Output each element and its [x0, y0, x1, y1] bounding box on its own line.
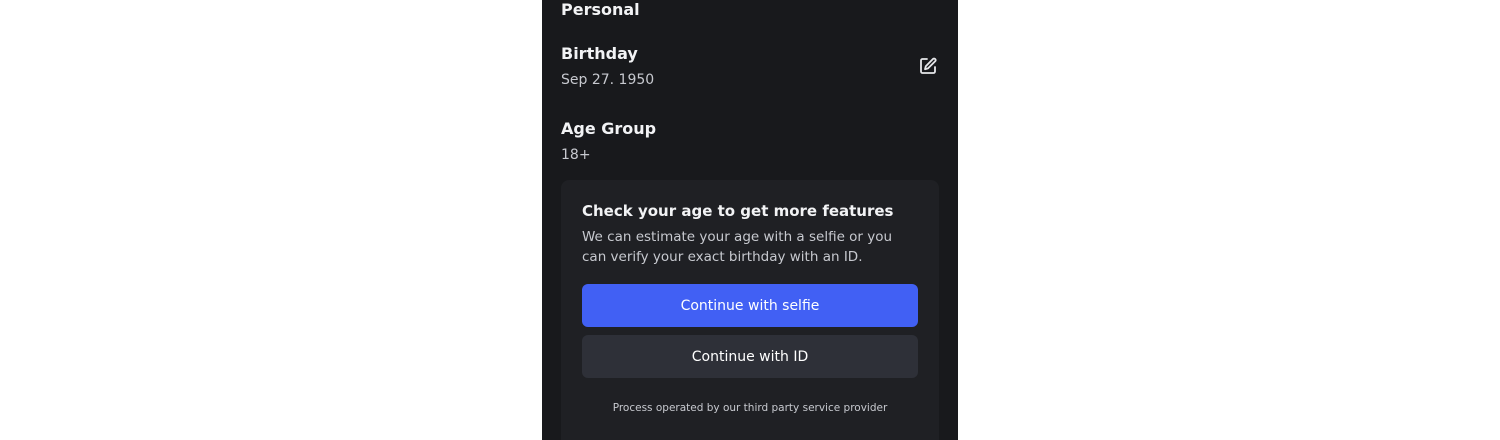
continue-with-id-button[interactable]: Continue with ID	[582, 335, 918, 378]
settings-screen: Personal Birthday Sep 27. 1950 Age Group…	[542, 0, 958, 440]
age-check-card: Check your age to get more features We c…	[561, 180, 939, 440]
edit-birthday-button[interactable]	[917, 55, 939, 77]
section-title: Personal	[561, 0, 640, 19]
age-check-description: We can estimate your age with a selfie o…	[582, 229, 893, 265]
birthday-label: Birthday	[561, 44, 638, 63]
age-check-title: Check your age to get more features	[582, 202, 894, 220]
birthday-value: Sep 27. 1950	[561, 72, 655, 88]
provider-note: Process operated by our third party serv…	[612, 402, 888, 414]
age-group-label: Age Group	[561, 119, 657, 138]
continue-with-selfie-button[interactable]: Continue with selfie	[582, 284, 918, 327]
edit-icon	[920, 57, 937, 74]
age-group-value: 18+	[561, 147, 591, 163]
